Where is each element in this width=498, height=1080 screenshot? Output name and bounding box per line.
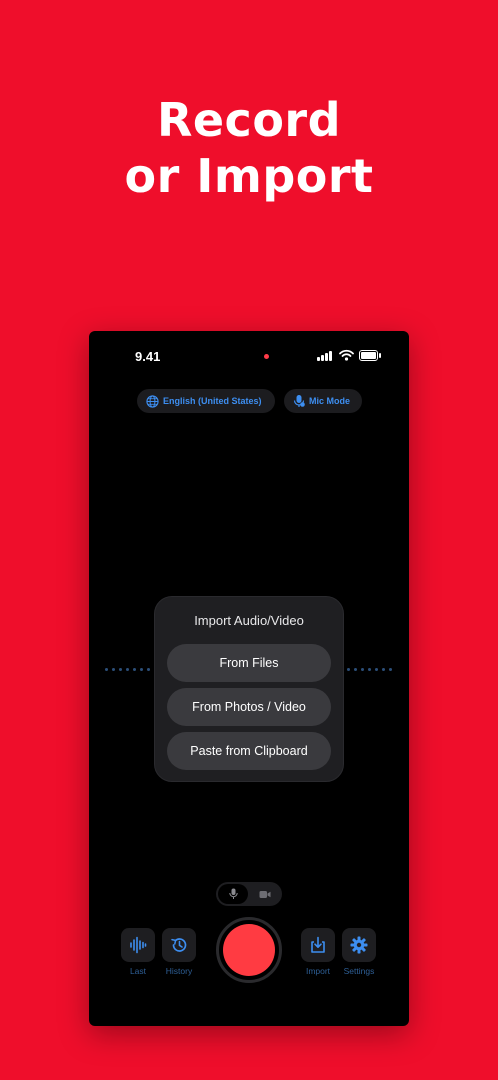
history-icon <box>171 938 187 952</box>
settings-label: Settings <box>343 966 375 976</box>
battery-icon <box>359 350 381 361</box>
phone-screen: 9.41 English (United States) Mic Mode Im… <box>89 331 409 1026</box>
video-camera-icon <box>259 890 271 898</box>
language-chip[interactable]: English (United States) <box>137 389 275 413</box>
history-button[interactable] <box>162 928 196 962</box>
video-mode-segment[interactable] <box>250 884 280 904</box>
settings-button[interactable] <box>342 928 376 962</box>
headline: Record or Import <box>0 92 498 204</box>
import-button[interactable] <box>301 928 335 962</box>
mic-icon <box>293 395 305 407</box>
mic-mode-chip[interactable]: Mic Mode <box>284 389 362 413</box>
record-button[interactable] <box>223 924 275 976</box>
import-menu-title: Import Audio/Video <box>194 613 304 628</box>
language-chip-label: English (United States) <box>163 396 262 406</box>
headline-line-2: or Import <box>124 149 374 203</box>
capture-mode-toggle <box>216 882 282 906</box>
mic-mode-chip-label: Mic Mode <box>309 396 351 406</box>
waveform-dots-right <box>347 668 392 672</box>
from-photos-video-button[interactable]: From Photos / Video <box>167 688 331 726</box>
recording-indicator-dot <box>264 354 269 359</box>
import-menu: Import Audio/Video From Files From Photo… <box>154 596 344 782</box>
mic-icon <box>228 888 238 899</box>
record-button-ring <box>216 917 282 983</box>
globe-icon <box>146 394 159 408</box>
import-tray-icon <box>311 936 325 953</box>
waveform-icon <box>130 936 147 954</box>
headline-line-1: Record <box>156 93 342 147</box>
wifi-icon <box>339 349 354 361</box>
from-files-button[interactable]: From Files <box>167 644 331 682</box>
status-time: 9.41 <box>135 349 161 364</box>
signal-icon <box>317 350 335 361</box>
last-recording-button[interactable] <box>121 928 155 962</box>
history-label: History <box>165 966 193 976</box>
paste-from-clipboard-button[interactable]: Paste from Clipboard <box>167 732 331 770</box>
gear-icon <box>350 936 368 954</box>
audio-mode-segment[interactable] <box>218 884 248 904</box>
